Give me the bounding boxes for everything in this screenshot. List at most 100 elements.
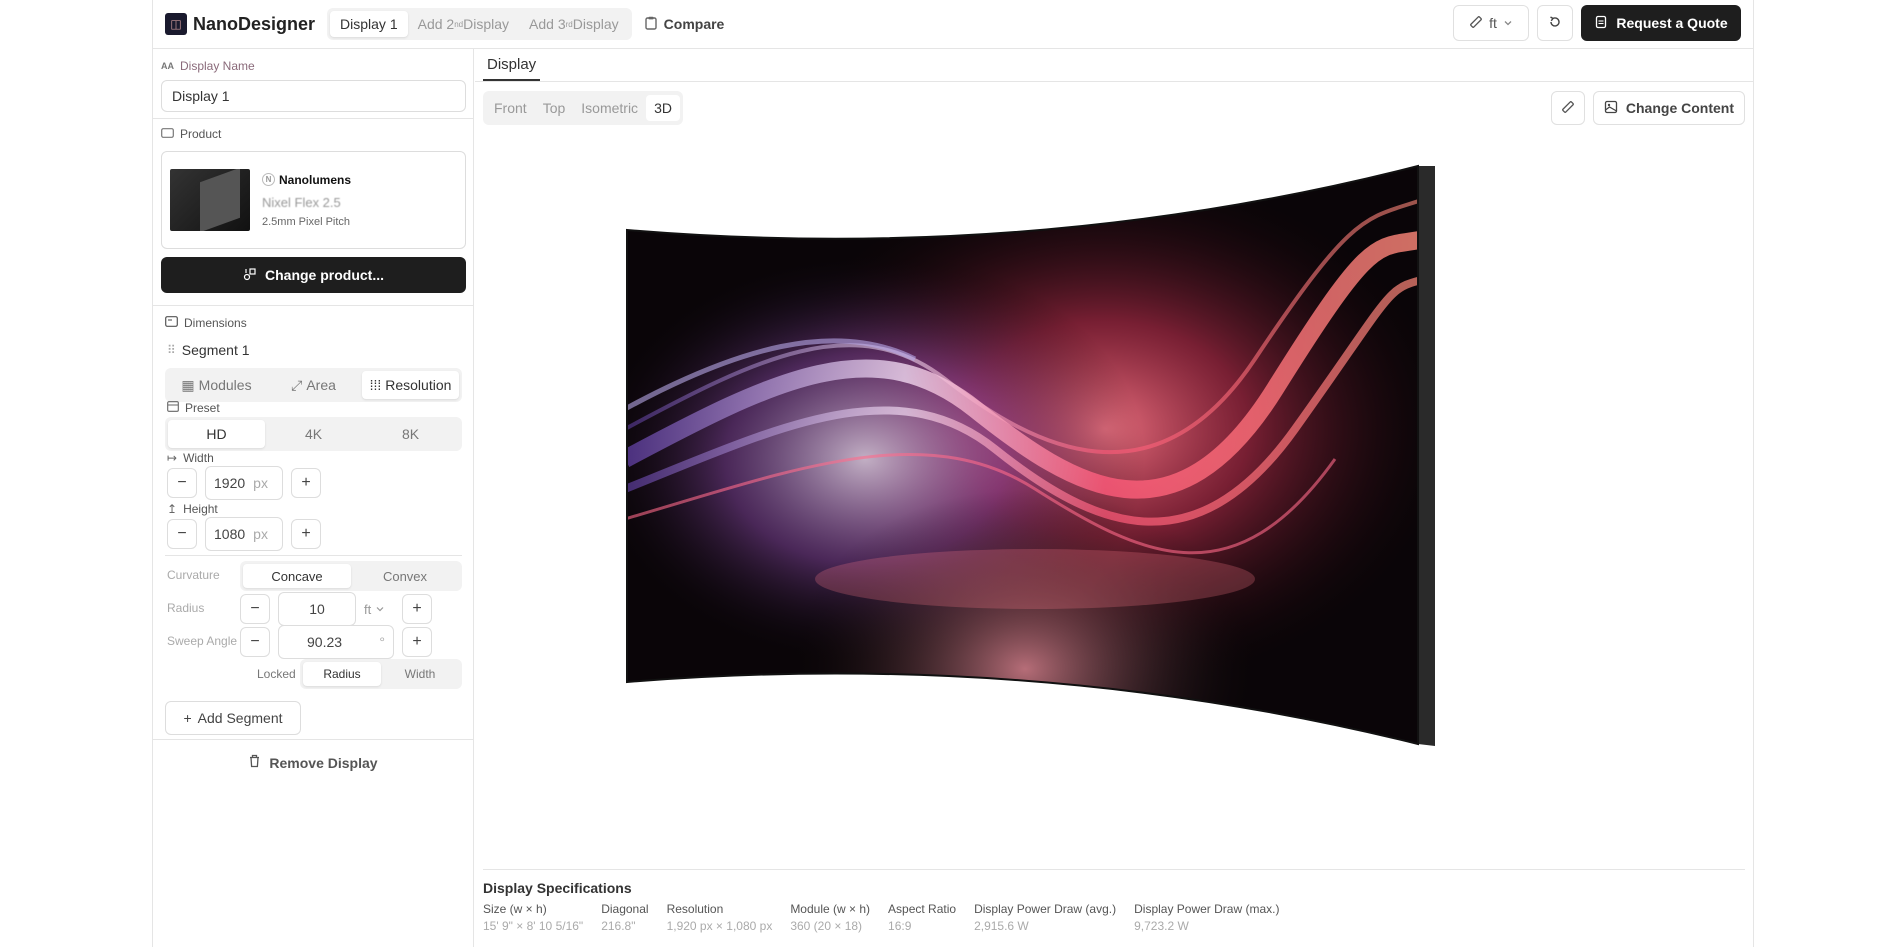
sweep-increment-button[interactable]: +	[402, 627, 432, 657]
spec-aspect-ratio: Aspect Ratio 16:9	[888, 902, 957, 933]
display-name-input[interactable]: Display 1	[161, 80, 466, 112]
product-info: N Nanolumens Nixel Flex 2.5 2.5mm Pixel …	[262, 173, 351, 228]
display-name-label: AA Display Name	[161, 59, 255, 73]
radius-unit-select[interactable]: ft	[364, 602, 394, 617]
segment-header: ⠿ Segment 1	[167, 342, 250, 358]
divider	[165, 555, 462, 556]
main-panel: Display Front Top Isometric 3D Change Co…	[475, 49, 1753, 947]
product-image	[170, 169, 250, 231]
pixels-icon: ⁞⁞⁞	[369, 377, 382, 393]
specs-title: Display Specifications	[483, 880, 632, 896]
remove-display-button[interactable]: Remove Display	[153, 754, 473, 771]
spec-power-avg: Display Power Draw (avg.) 2,915.6 W	[974, 902, 1117, 933]
height-increment-button[interactable]: +	[291, 519, 321, 549]
curvature-label: Curvature	[167, 568, 220, 582]
width-increment-button[interactable]: +	[291, 468, 321, 498]
locked-width[interactable]: Width	[381, 662, 459, 686]
tab-add-3rd-display[interactable]: Add 3rd Display	[519, 11, 629, 37]
text-icon: AA	[161, 61, 174, 71]
width-input[interactable]: 1920 px	[205, 466, 283, 500]
radius-stepper: − 10 ft +	[240, 592, 432, 626]
chevron-down-icon	[375, 602, 385, 617]
curved-display-render	[626, 164, 1435, 746]
app-window: ◫ NanoDesigner Display 1 Add 2nd Display…	[152, 0, 1754, 947]
expand-icon: ⤢	[291, 376, 303, 393]
tab-display[interactable]: Display	[483, 56, 541, 81]
product-pitch: 2.5mm Pixel Pitch	[262, 215, 351, 228]
preset-8k[interactable]: 8K	[362, 420, 459, 448]
height-label: ↥ Height	[167, 502, 218, 516]
view-3d[interactable]: 3D	[646, 95, 680, 121]
divider	[153, 739, 473, 740]
product-card[interactable]: N Nanolumens Nixel Flex 2.5 2.5mm Pixel …	[161, 151, 466, 249]
locked-radius[interactable]: Radius	[303, 662, 381, 686]
curvature-convex[interactable]: Convex	[351, 564, 459, 588]
width-label: ↦ Width	[167, 451, 214, 465]
curvature-concave[interactable]: Concave	[243, 564, 351, 588]
trash-icon	[248, 754, 261, 771]
image-icon	[1604, 100, 1618, 117]
spec-power-max: Display Power Draw (max.) 9,723.2 W	[1134, 902, 1280, 933]
locked-toggle: Radius Width	[300, 659, 462, 689]
swap-icon	[243, 267, 257, 284]
preset-icon	[167, 401, 179, 415]
preset-4k[interactable]: 4K	[265, 420, 362, 448]
specs-row: Size (w × h) 15' 9" × 8' 10 5/16" Diagona…	[483, 902, 1745, 933]
radius-increment-button[interactable]: +	[402, 594, 432, 624]
spec-diagonal: Diagonal 216.8"	[601, 902, 649, 933]
sidebar: AA Display Name Display 1 Product N Nano…	[153, 49, 474, 947]
reset-button[interactable]	[1537, 5, 1573, 41]
request-quote-button[interactable]: Request a Quote	[1581, 5, 1741, 41]
display-content	[627, 166, 1418, 744]
tab-display-1[interactable]: Display 1	[330, 11, 408, 37]
add-segment-button[interactable]: + Add Segment	[165, 701, 301, 735]
ruler-icon	[1561, 100, 1575, 117]
radius-input[interactable]: 10	[278, 592, 356, 626]
width-arrow-icon: ↦	[167, 451, 178, 465]
preset-hd[interactable]: HD	[168, 420, 265, 448]
mode-area[interactable]: ⤢ Area	[265, 371, 362, 399]
compare-button[interactable]: Compare	[644, 16, 724, 33]
view-front[interactable]: Front	[486, 95, 535, 121]
mode-resolution[interactable]: ⁞⁞⁞ Resolution	[362, 371, 459, 399]
brand[interactable]: ◫ NanoDesigner	[165, 13, 315, 35]
height-input[interactable]: 1080 px	[205, 517, 283, 551]
width-stepper: − 1920 px +	[167, 466, 321, 500]
header-actions: ft Request a Quote	[1453, 5, 1741, 41]
height-arrow-icon: ↥	[167, 502, 178, 516]
tab-add-2nd-display[interactable]: Add 2nd Display	[408, 11, 519, 37]
view-top[interactable]: Top	[535, 95, 574, 121]
brand-mark-icon: N	[262, 173, 275, 186]
curvature-toggle: Concave Convex	[240, 561, 462, 591]
view-isometric[interactable]: Isometric	[573, 95, 646, 121]
height-decrement-button[interactable]: −	[167, 519, 197, 549]
measure-button[interactable]	[1550, 91, 1585, 125]
reset-icon	[1548, 15, 1562, 32]
spec-module: Module (w × h) 360 (20 × 18)	[790, 902, 871, 933]
sweep-angle-input[interactable]: 90.23 °	[278, 625, 394, 659]
divider	[153, 118, 473, 119]
product-name: Nixel Flex 2.5	[262, 194, 341, 210]
drag-handle-icon[interactable]: ⠿	[167, 343, 176, 357]
grid-icon: ▦	[181, 376, 195, 393]
3d-viewer[interactable]	[475, 129, 1753, 919]
height-stepper: − 1080 px +	[167, 517, 321, 551]
unit-select[interactable]: ft	[1453, 5, 1529, 41]
display-edge	[1418, 166, 1435, 746]
display-tabs: Display 1 Add 2nd Display Add 3rd Displa…	[327, 8, 632, 40]
change-content-button[interactable]: Change Content	[1592, 91, 1745, 125]
width-decrement-button[interactable]: −	[167, 468, 197, 498]
sweep-angle-stepper: − 90.23 ° +	[240, 625, 432, 659]
mode-modules[interactable]: ▦ Modules	[168, 371, 265, 399]
display-specifications: Display Specifications Size (w × h) 15' 9…	[483, 869, 1745, 933]
preset-label: Preset	[167, 401, 220, 415]
clipboard-icon	[644, 16, 658, 33]
dimensions-icon	[165, 316, 178, 330]
radius-decrement-button[interactable]: −	[240, 594, 270, 624]
product-label: Product	[161, 127, 221, 141]
chevron-down-icon	[1503, 15, 1513, 31]
sweep-decrement-button[interactable]: −	[240, 627, 270, 657]
change-product-button[interactable]: Change product...	[161, 257, 466, 293]
spec-size: Size (w × h) 15' 9" × 8' 10 5/16"	[483, 902, 584, 933]
product-icon	[161, 127, 174, 141]
